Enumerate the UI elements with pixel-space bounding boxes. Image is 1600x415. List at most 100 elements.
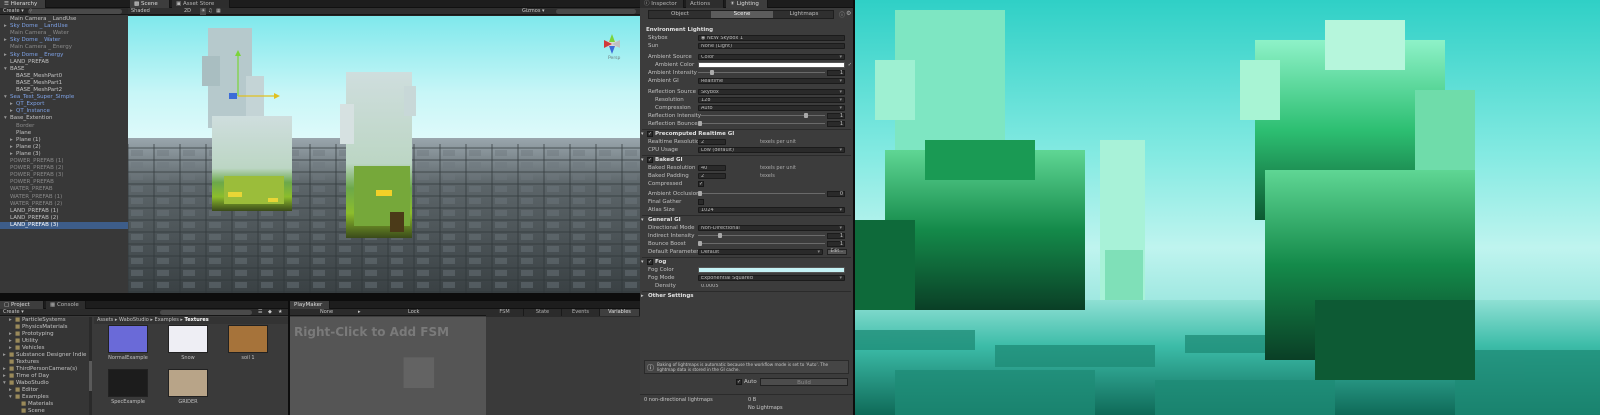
reflection-intensity-value[interactable]: 1 xyxy=(827,113,845,119)
slider-handle[interactable] xyxy=(718,233,722,238)
project-search-input[interactable] xyxy=(160,310,252,315)
expand-arrow-icon[interactable]: ▸ xyxy=(10,137,15,144)
bounce-boost-slider[interactable] xyxy=(698,243,825,244)
audio-toggle-icon[interactable]: ♫ xyxy=(208,8,212,15)
directional-mode-dropdown[interactable]: Non-Directional xyxy=(698,225,845,231)
breadcrumb-item[interactable]: Assets xyxy=(97,317,113,323)
tab-inspector[interactable]: ⓘ Inspector xyxy=(640,0,684,8)
expand-arrow-icon[interactable]: ▸ xyxy=(10,151,15,158)
slider-handle[interactable] xyxy=(698,121,702,126)
expand-arrow-icon[interactable]: ▾ xyxy=(4,115,9,122)
asset-thumbnail[interactable]: soil 1 xyxy=(218,324,278,368)
eyedropper-icon[interactable]: ✓ xyxy=(848,61,852,69)
expand-arrow-icon[interactable]: ▸ xyxy=(10,108,15,115)
section-fog[interactable]: ▾ ✓ Fog xyxy=(640,258,853,266)
expand-arrow-icon[interactable]: ▸ xyxy=(9,345,14,352)
fog-checkbox[interactable]: ✓ xyxy=(647,259,653,265)
tab-console[interactable]: ▦ Console xyxy=(46,301,86,309)
reflection-source-dropdown[interactable]: Skybox xyxy=(698,89,845,95)
folder-item[interactable]: ■ Textures xyxy=(0,359,92,366)
tab-fsm[interactable]: FSM xyxy=(486,309,524,316)
indirect-intensity-value[interactable]: 1 xyxy=(827,233,845,239)
expand-arrow-icon[interactable]: ▸ xyxy=(10,101,15,108)
default-parameters-dropdown[interactable]: Default xyxy=(698,249,823,255)
settings-gear-icon[interactable]: ⚙ xyxy=(846,10,851,17)
folder-item[interactable]: ▸ ■ ThirdPersonCamera(s) xyxy=(0,366,92,373)
hierarchy-item[interactable]: ▸ Sky Dome _ Water xyxy=(0,37,128,44)
fsm-arrow-icon[interactable]: ▸ xyxy=(358,309,361,316)
ambient-intensity-slider[interactable] xyxy=(698,72,825,73)
tab-hierarchy[interactable]: ☰ Hierarchy xyxy=(0,0,46,8)
expand-arrow-icon[interactable]: ▸ xyxy=(10,144,15,151)
mode-2d-button[interactable]: 2D xyxy=(184,8,191,15)
tab-scene[interactable]: ▩ Scene xyxy=(130,0,170,8)
ambient-source-dropdown[interactable]: Color xyxy=(698,54,845,60)
folder-item[interactable]: ▾ ■ Examples xyxy=(0,394,92,401)
expand-arrow-icon[interactable]: ▸ xyxy=(4,23,9,30)
section-general-gi[interactable]: ▾ General GI xyxy=(640,216,853,224)
hierarchy-item[interactable]: ▾ BASE xyxy=(0,66,128,73)
density-field[interactable]: 0.0005 xyxy=(698,283,726,289)
expand-arrow-icon[interactable]: ▸ xyxy=(9,387,14,394)
tab-actions[interactable]: Actions xyxy=(686,0,724,8)
favorite-icon[interactable]: ★ xyxy=(278,309,282,316)
hierarchy-item[interactable]: ▸ Plane (2) xyxy=(0,144,128,151)
fsm-selector-dropdown[interactable]: None xyxy=(320,309,380,316)
compressed-checkbox[interactable]: ✓ xyxy=(698,181,704,187)
project-create-button[interactable]: Create ▾ xyxy=(3,309,24,316)
expand-arrow-icon[interactable]: ▾ xyxy=(4,94,9,101)
expand-arrow-icon[interactable]: ▸ xyxy=(9,317,14,324)
reflection-bounces-value[interactable]: 1 xyxy=(827,121,845,127)
tab-lighting[interactable]: ☀ Lighting xyxy=(726,0,768,8)
hierarchy-item[interactable]: LAND_PREFAB (3) xyxy=(0,221,128,229)
expand-arrow-icon[interactable]: ▸ xyxy=(3,352,8,359)
project-scrollbar[interactable] xyxy=(89,317,92,415)
folder-item[interactable]: ▸ ■ ParticleSystems xyxy=(0,317,92,324)
folder-item[interactable]: ▾ ■ WaboStudio xyxy=(0,380,92,387)
asset-thumbnail[interactable]: SpecExample xyxy=(98,368,158,412)
hierarchy-item[interactable]: ▸ Sky Dome _ Energy xyxy=(0,52,128,59)
ambient-occlusion-slider[interactable] xyxy=(698,193,825,194)
section-other-settings[interactable]: ▸ Other Settings xyxy=(640,292,853,300)
hierarchy-item[interactable]: ▸ QT_Export xyxy=(0,101,128,108)
reflection-bounces-slider[interactable] xyxy=(698,123,825,124)
ambient-occlusion-value[interactable]: 0 xyxy=(827,191,845,197)
hierarchy-item[interactable]: BASE_MeshPart1 xyxy=(0,80,128,87)
filter-label-icon[interactable]: ◆ xyxy=(268,309,272,316)
hierarchy-item[interactable]: Border xyxy=(0,123,128,130)
realtime-resolution-field[interactable]: 2 xyxy=(698,139,726,145)
cpu-usage-dropdown[interactable]: Low (default) xyxy=(698,147,845,153)
slider-handle[interactable] xyxy=(804,113,808,118)
expand-arrow-icon[interactable]: ▸ xyxy=(9,331,14,338)
lighting-toggle-icon[interactable]: ☀ xyxy=(200,8,207,15)
baked-padding-field[interactable]: 2 xyxy=(698,173,726,179)
tab-events[interactable]: Events xyxy=(562,309,600,316)
tab-variables[interactable]: Variables xyxy=(600,309,640,316)
hierarchy-item[interactable]: POWER_PREFAB (2) xyxy=(0,165,128,172)
tab-project[interactable]: ▢ Project xyxy=(0,301,44,309)
shading-dropdown[interactable]: Shaded xyxy=(131,8,167,15)
breadcrumb-item[interactable]: WaboStudio xyxy=(119,317,149,323)
folder-item[interactable]: ■ Scene xyxy=(0,408,92,415)
asset-thumbnail[interactable]: GRIDER xyxy=(158,368,218,412)
hierarchy-item[interactable]: LAND_PREFAB xyxy=(0,59,128,66)
hierarchy-item[interactable]: Plane xyxy=(0,130,128,137)
folder-item[interactable]: ▸ ■ Vehicles xyxy=(0,345,92,352)
expand-arrow-icon[interactable]: ▾ xyxy=(3,380,8,387)
precomputed-gi-checkbox[interactable]: ✓ xyxy=(647,131,653,137)
expand-arrow-icon[interactable]: ▾ xyxy=(4,66,9,73)
folder-item[interactable]: ■ Materials xyxy=(0,401,92,408)
folder-item[interactable]: ▸ ■ Utility xyxy=(0,338,92,345)
hierarchy-item[interactable]: Main Camera _ Energy xyxy=(0,44,128,51)
expand-arrow-icon[interactable]: ▾ xyxy=(9,394,14,401)
slider-handle[interactable] xyxy=(710,70,714,75)
edit-parameters-button[interactable]: Edit... xyxy=(827,249,847,255)
hierarchy-item[interactable]: ▸ Plane (1) xyxy=(0,137,128,144)
expand-arrow-icon[interactable]: ▸ xyxy=(4,52,9,59)
hierarchy-search-input[interactable]: ⚲ xyxy=(28,9,122,14)
breadcrumb-item[interactable]: Examples xyxy=(155,317,179,323)
slider-handle[interactable] xyxy=(698,241,702,246)
fog-mode-dropdown[interactable]: Exponential Squared xyxy=(698,275,845,281)
tab-asset-store[interactable]: ▣ Asset Store xyxy=(172,0,230,8)
compression-dropdown[interactable]: Auto xyxy=(698,105,845,111)
